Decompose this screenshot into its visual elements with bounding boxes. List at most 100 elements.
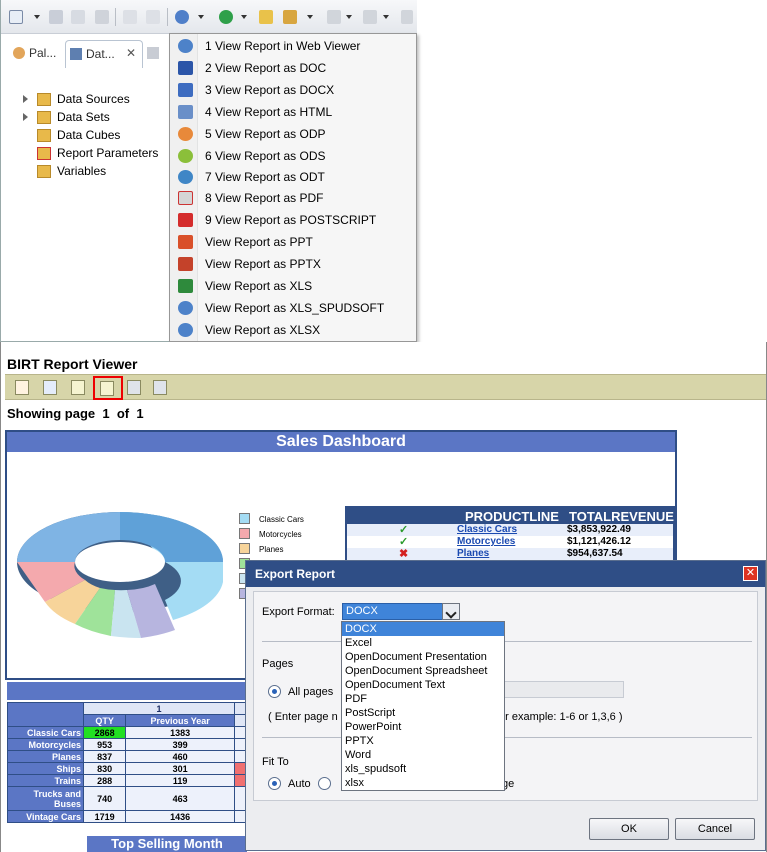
menu-item-xls[interactable]: View Report as XLS [170, 275, 416, 297]
format-option[interactable]: PDF [342, 692, 504, 706]
external-tools-dropdown-arrow[interactable] [307, 15, 313, 19]
table-row: Trucks and Buses 740 463 [7, 786, 247, 811]
revenue-value: $3,853,922.49 [567, 524, 631, 535]
product-link[interactable]: Planes [457, 548, 489, 559]
new-dropdown-arrow[interactable] [34, 15, 40, 19]
legend-swatch [239, 513, 250, 524]
menu-item-label: View Report as XLS_SPUDSOFT [205, 301, 385, 315]
export-format-select[interactable]: DOCX [342, 603, 460, 620]
odp-icon [178, 127, 193, 141]
product-link[interactable]: Classic Cars [457, 524, 517, 535]
save-all-icon[interactable] [71, 10, 85, 24]
ok-button[interactable]: OK [589, 818, 669, 840]
format-option[interactable]: OpenDocument Spreadsheet [342, 664, 504, 678]
print-report-icon[interactable] [127, 380, 141, 395]
tree-item-report-parameters[interactable]: Report Parameters [23, 146, 183, 164]
print-server-icon[interactable] [153, 380, 167, 395]
revenue-value: $1,121,426.12 [567, 536, 631, 547]
menu-item-docx[interactable]: 3 View Report as DOCX [170, 79, 416, 101]
tree-item-label: Data Sets [57, 110, 110, 124]
export-data-icon[interactable] [71, 380, 85, 395]
format-option[interactable]: DOCX [342, 622, 504, 636]
fit-auto-radio[interactable] [268, 777, 281, 790]
tree-item-data-sources[interactable]: Data Sources [23, 92, 183, 110]
view-report-dropdown-arrow[interactable] [198, 15, 204, 19]
tab-palette[interactable]: Pal... [13, 40, 63, 68]
format-option[interactable]: OpenDocument Text [342, 678, 504, 692]
tree-item-data-cubes[interactable]: Data Cubes [23, 128, 183, 146]
prev-annotation-arrow[interactable] [383, 15, 389, 19]
data-cubes-icon [37, 129, 51, 142]
view-report-icon[interactable] [175, 10, 189, 24]
save-icon[interactable] [49, 10, 63, 24]
next-annotation-icon[interactable] [327, 10, 341, 24]
run-icon[interactable] [219, 10, 233, 24]
format-option[interactable]: xls_spudsoft [342, 762, 504, 776]
pie-chart [17, 512, 223, 639]
table-row: Vintage Cars 1719 1436 [7, 810, 247, 823]
parameters-icon[interactable] [43, 380, 57, 395]
legend-swatch [239, 543, 250, 554]
next-annotation-arrow[interactable] [346, 15, 352, 19]
format-option[interactable]: xlsx [342, 776, 504, 790]
format-option[interactable]: OpenDocument Presentation [342, 650, 504, 664]
menu-item-odt[interactable]: 7 View Report as ODT [170, 166, 416, 188]
external-tools-icon[interactable] [283, 10, 297, 24]
back-icon[interactable] [401, 10, 413, 24]
html-icon [178, 105, 193, 119]
undo-icon[interactable] [123, 10, 137, 24]
menu-item-ppt[interactable]: View Report as PPT [170, 231, 416, 253]
format-option[interactable]: PPTX [342, 734, 504, 748]
close-icon[interactable]: ✕ [743, 566, 758, 581]
row-label: Motorcycles [7, 738, 84, 751]
menu-item-html[interactable]: 4 View Report as HTML [170, 101, 416, 123]
current-page: 1 [102, 406, 110, 421]
menu-item-odp[interactable]: 5 View Report as ODP [170, 123, 416, 145]
menu-item-xlsx[interactable]: View Report as XLSX [170, 319, 416, 341]
print-icon[interactable] [95, 10, 109, 24]
expand-arrow-icon[interactable] [23, 113, 28, 121]
menu-item-doc[interactable]: 2 View Report as DOC [170, 57, 416, 79]
chevron-down-icon[interactable] [442, 603, 460, 620]
eclipse-toolbar [1, 0, 417, 34]
prev-year-value: 301 [125, 762, 235, 775]
cross-icon: ✖ [399, 548, 409, 560]
productline-rows: ✓ Classic Cars $3,853,922.49 ✓ Motorcycl… [347, 524, 673, 560]
productline-table-header: PRODUCTLINE TOTALREVENUE [347, 508, 674, 524]
menu-item-postscript[interactable]: 9 View Report as POSTSCRIPT [170, 209, 416, 231]
pie-hole [75, 542, 165, 582]
fit-actual-size-radio[interactable] [318, 777, 331, 790]
expand-arrow-icon[interactable] [23, 95, 28, 103]
pages-label: Pages [262, 658, 294, 670]
run-dropdown-arrow[interactable] [241, 15, 247, 19]
menu-item-xls-spudsoft[interactable]: View Report as XLS_SPUDSOFT [170, 297, 416, 319]
menu-item-label: 6 View Report as ODS [205, 149, 326, 163]
format-option[interactable]: Word [342, 748, 504, 762]
prev-year-value: 463 [125, 786, 235, 811]
product-link[interactable]: Motorcycles [457, 536, 515, 547]
tree-item-variables[interactable]: Variables [23, 164, 183, 182]
format-option[interactable]: PostScript [342, 706, 504, 720]
open-folder-icon[interactable] [259, 10, 273, 24]
menu-item-pdf[interactable]: 8 View Report as PDF [170, 187, 416, 209]
prev-year-value: 119 [125, 774, 235, 787]
export-report-button[interactable] [93, 376, 123, 400]
tab-data-explorer[interactable]: Dat... ✕ [65, 40, 143, 68]
format-option[interactable]: PowerPoint [342, 720, 504, 734]
data-explorer-tree: Data Sources Data Sets Data Cubes Report… [23, 92, 183, 182]
redo-icon[interactable] [146, 10, 160, 24]
prev-annotation-icon[interactable] [363, 10, 377, 24]
format-option[interactable]: Excel [342, 636, 504, 650]
cancel-button[interactable]: Cancel [675, 818, 755, 840]
menu-item-pptx[interactable]: View Report as PPTX [170, 253, 416, 275]
tree-item-data-sets[interactable]: Data Sets [23, 110, 183, 128]
menu-item-label: 7 View Report as ODT [205, 170, 325, 184]
all-pages-radio[interactable] [268, 685, 281, 698]
menu-item-web-viewer[interactable]: 1 View Report in Web Viewer [170, 35, 416, 57]
menu-item-ods[interactable]: 6 View Report as ODS [170, 145, 416, 167]
toc-icon[interactable] [15, 380, 29, 395]
close-tab-icon[interactable]: ✕ [126, 46, 136, 60]
new-icon[interactable] [9, 10, 23, 24]
page-range-input[interactable] [494, 681, 624, 698]
row-label: Vintage Cars [7, 810, 84, 823]
